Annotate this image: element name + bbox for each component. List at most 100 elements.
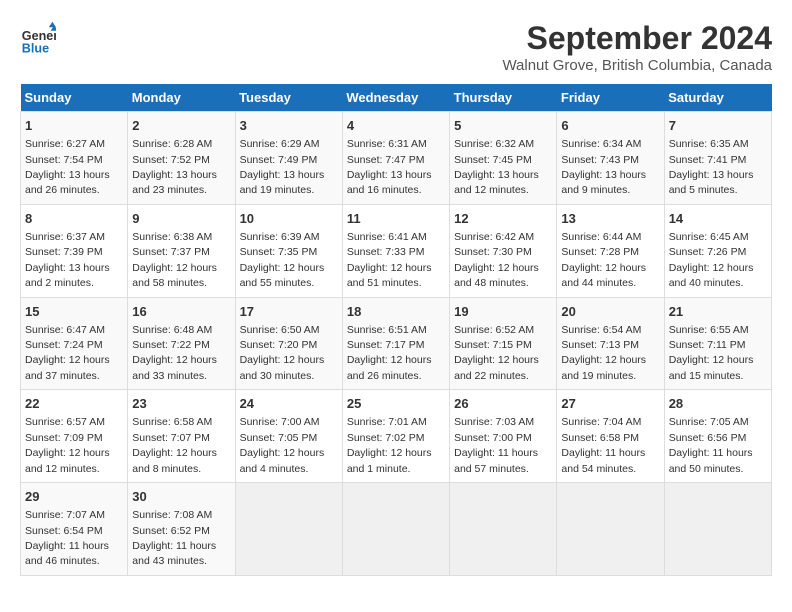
calendar-week-row: 1 Sunrise: 6:27 AMSunset: 7:54 PMDayligh… xyxy=(21,112,772,205)
day-number: 9 xyxy=(132,210,230,228)
day-number: 19 xyxy=(454,303,552,321)
calendar-cell: 13 Sunrise: 6:44 AMSunset: 7:28 PMDaylig… xyxy=(557,204,664,297)
column-header-tuesday: Tuesday xyxy=(235,84,342,112)
day-number: 11 xyxy=(347,210,445,228)
calendar-cell: 10 Sunrise: 6:39 AMSunset: 7:35 PMDaylig… xyxy=(235,204,342,297)
calendar-cell xyxy=(235,483,342,576)
day-number: 6 xyxy=(561,117,659,135)
calendar-cell: 26 Sunrise: 7:03 AMSunset: 7:00 PMDaylig… xyxy=(450,390,557,483)
calendar-cell: 3 Sunrise: 6:29 AMSunset: 7:49 PMDayligh… xyxy=(235,112,342,205)
calendar-cell: 11 Sunrise: 6:41 AMSunset: 7:33 PMDaylig… xyxy=(342,204,449,297)
calendar-cell: 25 Sunrise: 7:01 AMSunset: 7:02 PMDaylig… xyxy=(342,390,449,483)
day-info: Sunrise: 6:38 AMSunset: 7:37 PMDaylight:… xyxy=(132,231,217,289)
logo-icon: General Blue xyxy=(20,20,56,56)
day-info: Sunrise: 7:08 AMSunset: 6:52 PMDaylight:… xyxy=(132,509,216,567)
day-number: 8 xyxy=(25,210,123,228)
calendar-cell: 21 Sunrise: 6:55 AMSunset: 7:11 PMDaylig… xyxy=(664,297,771,390)
day-number: 3 xyxy=(240,117,338,135)
calendar-cell: 2 Sunrise: 6:28 AMSunset: 7:52 PMDayligh… xyxy=(128,112,235,205)
calendar-week-row: 22 Sunrise: 6:57 AMSunset: 7:09 PMDaylig… xyxy=(21,390,772,483)
day-number: 7 xyxy=(669,117,767,135)
day-number: 13 xyxy=(561,210,659,228)
calendar-cell: 1 Sunrise: 6:27 AMSunset: 7:54 PMDayligh… xyxy=(21,112,128,205)
logo: General Blue xyxy=(20,20,56,56)
calendar-cell xyxy=(450,483,557,576)
day-info: Sunrise: 6:27 AMSunset: 7:54 PMDaylight:… xyxy=(25,138,110,196)
calendar-cell xyxy=(557,483,664,576)
calendar-cell: 5 Sunrise: 6:32 AMSunset: 7:45 PMDayligh… xyxy=(450,112,557,205)
calendar-week-row: 15 Sunrise: 6:47 AMSunset: 7:24 PMDaylig… xyxy=(21,297,772,390)
day-info: Sunrise: 6:44 AMSunset: 7:28 PMDaylight:… xyxy=(561,231,646,289)
calendar-cell: 29 Sunrise: 7:07 AMSunset: 6:54 PMDaylig… xyxy=(21,483,128,576)
calendar-cell: 7 Sunrise: 6:35 AMSunset: 7:41 PMDayligh… xyxy=(664,112,771,205)
day-info: Sunrise: 6:42 AMSunset: 7:30 PMDaylight:… xyxy=(454,231,539,289)
day-info: Sunrise: 6:52 AMSunset: 7:15 PMDaylight:… xyxy=(454,324,539,382)
day-info: Sunrise: 7:03 AMSunset: 7:00 PMDaylight:… xyxy=(454,416,538,474)
day-number: 29 xyxy=(25,488,123,506)
calendar-cell: 24 Sunrise: 7:00 AMSunset: 7:05 PMDaylig… xyxy=(235,390,342,483)
column-header-saturday: Saturday xyxy=(664,84,771,112)
day-info: Sunrise: 6:28 AMSunset: 7:52 PMDaylight:… xyxy=(132,138,217,196)
calendar-table: SundayMondayTuesdayWednesdayThursdayFrid… xyxy=(20,84,772,576)
calendar-cell: 28 Sunrise: 7:05 AMSunset: 6:56 PMDaylig… xyxy=(664,390,771,483)
calendar-cell: 6 Sunrise: 6:34 AMSunset: 7:43 PMDayligh… xyxy=(557,112,664,205)
column-header-monday: Monday xyxy=(128,84,235,112)
calendar-cell: 19 Sunrise: 6:52 AMSunset: 7:15 PMDaylig… xyxy=(450,297,557,390)
page-title: September 2024 xyxy=(502,20,772,57)
title-area: September 2024 Walnut Grove, British Col… xyxy=(502,20,772,74)
day-info: Sunrise: 7:04 AMSunset: 6:58 PMDaylight:… xyxy=(561,416,645,474)
calendar-header-row: SundayMondayTuesdayWednesdayThursdayFrid… xyxy=(21,84,772,112)
calendar-cell: 27 Sunrise: 7:04 AMSunset: 6:58 PMDaylig… xyxy=(557,390,664,483)
day-info: Sunrise: 6:41 AMSunset: 7:33 PMDaylight:… xyxy=(347,231,432,289)
day-number: 28 xyxy=(669,395,767,413)
calendar-cell: 16 Sunrise: 6:48 AMSunset: 7:22 PMDaylig… xyxy=(128,297,235,390)
day-info: Sunrise: 6:55 AMSunset: 7:11 PMDaylight:… xyxy=(669,324,754,382)
day-number: 27 xyxy=(561,395,659,413)
day-number: 18 xyxy=(347,303,445,321)
calendar-cell: 14 Sunrise: 6:45 AMSunset: 7:26 PMDaylig… xyxy=(664,204,771,297)
day-number: 24 xyxy=(240,395,338,413)
day-number: 1 xyxy=(25,117,123,135)
day-info: Sunrise: 6:34 AMSunset: 7:43 PMDaylight:… xyxy=(561,138,646,196)
calendar-cell: 23 Sunrise: 6:58 AMSunset: 7:07 PMDaylig… xyxy=(128,390,235,483)
header: General Blue September 2024 Walnut Grove… xyxy=(20,20,772,74)
day-number: 26 xyxy=(454,395,552,413)
day-info: Sunrise: 6:31 AMSunset: 7:47 PMDaylight:… xyxy=(347,138,432,196)
calendar-cell xyxy=(664,483,771,576)
day-info: Sunrise: 6:29 AMSunset: 7:49 PMDaylight:… xyxy=(240,138,325,196)
page-subtitle: Walnut Grove, British Columbia, Canada xyxy=(502,57,772,74)
calendar-week-row: 29 Sunrise: 7:07 AMSunset: 6:54 PMDaylig… xyxy=(21,483,772,576)
day-number: 16 xyxy=(132,303,230,321)
column-header-wednesday: Wednesday xyxy=(342,84,449,112)
calendar-cell: 22 Sunrise: 6:57 AMSunset: 7:09 PMDaylig… xyxy=(21,390,128,483)
calendar-cell: 20 Sunrise: 6:54 AMSunset: 7:13 PMDaylig… xyxy=(557,297,664,390)
day-info: Sunrise: 6:45 AMSunset: 7:26 PMDaylight:… xyxy=(669,231,754,289)
day-info: Sunrise: 6:48 AMSunset: 7:22 PMDaylight:… xyxy=(132,324,217,382)
calendar-cell: 17 Sunrise: 6:50 AMSunset: 7:20 PMDaylig… xyxy=(235,297,342,390)
day-info: Sunrise: 7:00 AMSunset: 7:05 PMDaylight:… xyxy=(240,416,325,474)
column-header-friday: Friday xyxy=(557,84,664,112)
calendar-cell xyxy=(342,483,449,576)
day-number: 21 xyxy=(669,303,767,321)
day-info: Sunrise: 6:39 AMSunset: 7:35 PMDaylight:… xyxy=(240,231,325,289)
svg-text:Blue: Blue xyxy=(22,41,49,55)
day-info: Sunrise: 6:58 AMSunset: 7:07 PMDaylight:… xyxy=(132,416,217,474)
day-info: Sunrise: 7:01 AMSunset: 7:02 PMDaylight:… xyxy=(347,416,432,474)
day-number: 5 xyxy=(454,117,552,135)
column-header-sunday: Sunday xyxy=(21,84,128,112)
day-info: Sunrise: 6:50 AMSunset: 7:20 PMDaylight:… xyxy=(240,324,325,382)
day-info: Sunrise: 7:07 AMSunset: 6:54 PMDaylight:… xyxy=(25,509,109,567)
day-number: 25 xyxy=(347,395,445,413)
calendar-cell: 12 Sunrise: 6:42 AMSunset: 7:30 PMDaylig… xyxy=(450,204,557,297)
day-info: Sunrise: 6:37 AMSunset: 7:39 PMDaylight:… xyxy=(25,231,110,289)
day-number: 10 xyxy=(240,210,338,228)
calendar-cell: 30 Sunrise: 7:08 AMSunset: 6:52 PMDaylig… xyxy=(128,483,235,576)
day-number: 17 xyxy=(240,303,338,321)
calendar-cell: 8 Sunrise: 6:37 AMSunset: 7:39 PMDayligh… xyxy=(21,204,128,297)
calendar-cell: 18 Sunrise: 6:51 AMSunset: 7:17 PMDaylig… xyxy=(342,297,449,390)
day-number: 2 xyxy=(132,117,230,135)
day-info: Sunrise: 6:51 AMSunset: 7:17 PMDaylight:… xyxy=(347,324,432,382)
calendar-cell: 4 Sunrise: 6:31 AMSunset: 7:47 PMDayligh… xyxy=(342,112,449,205)
calendar-cell: 15 Sunrise: 6:47 AMSunset: 7:24 PMDaylig… xyxy=(21,297,128,390)
day-number: 23 xyxy=(132,395,230,413)
